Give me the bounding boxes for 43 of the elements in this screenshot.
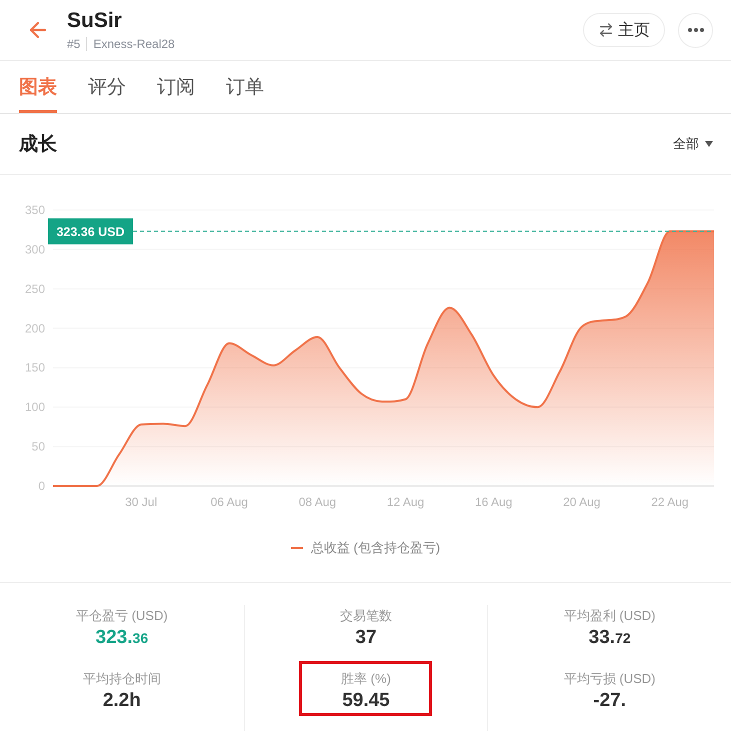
value-badge: 323.36 USD: [48, 218, 133, 244]
axis-label: 06 Aug: [210, 495, 248, 509]
stat-label: 平仓盈亏 (USD): [76, 607, 168, 625]
stat-value: 37: [355, 626, 377, 650]
stat-value: 59.45: [342, 689, 390, 713]
stat-label: 胜率 (%): [341, 670, 391, 688]
more-button[interactable]: [678, 12, 713, 48]
home-button[interactable]: 主页: [583, 13, 665, 47]
stat-label: 平均亏损 (USD): [564, 670, 656, 688]
legend-label: 总收益 (包含持仓盈亏): [310, 539, 440, 557]
swap-icon: [598, 22, 614, 38]
axis-label: 22 Aug: [651, 495, 689, 509]
ref-line-label: 323.36 USD: [56, 224, 125, 239]
axis-label: 08 Aug: [298, 495, 336, 509]
stat-label: 平均盈利 (USD): [564, 607, 656, 625]
axis-label: 250: [24, 282, 45, 296]
tab[interactable]: 订阅: [157, 61, 195, 113]
stat-value: 2.2h: [102, 689, 141, 713]
axis-label: 16 Aug: [474, 495, 512, 509]
axis-label: 150: [24, 360, 45, 375]
rank-label: #5: [67, 37, 80, 51]
axis-label: 350: [24, 203, 45, 217]
trader-name: SuSir: [67, 9, 122, 33]
caret-icon: [705, 141, 713, 147]
stat-value: 33.72: [588, 626, 631, 650]
range-dropdown[interactable]: 全部: [673, 135, 713, 153]
axis-label: 200: [24, 321, 45, 336]
axis-label: 100: [24, 400, 45, 414]
stat-label: 交易笔数: [340, 607, 392, 625]
stat-value: 323.36: [96, 626, 148, 650]
more-icon: [688, 28, 704, 32]
axis-label: 20 Aug: [563, 495, 600, 509]
stat-value: -27.: [593, 689, 626, 713]
tab[interactable]: 评分: [88, 61, 126, 113]
axis-label: 50: [32, 440, 45, 454]
account-label: Exness-Real28: [86, 37, 175, 51]
tab[interactable]: 订单: [226, 61, 264, 113]
section-title: 成长: [19, 133, 57, 157]
axis-label: 12 Aug: [386, 495, 424, 509]
axis-label: 30 Jul: [125, 495, 158, 509]
axis-label: 300: [24, 242, 45, 256]
stat-label: 平均持仓时间: [82, 670, 161, 688]
axis-label: 0: [38, 479, 45, 493]
